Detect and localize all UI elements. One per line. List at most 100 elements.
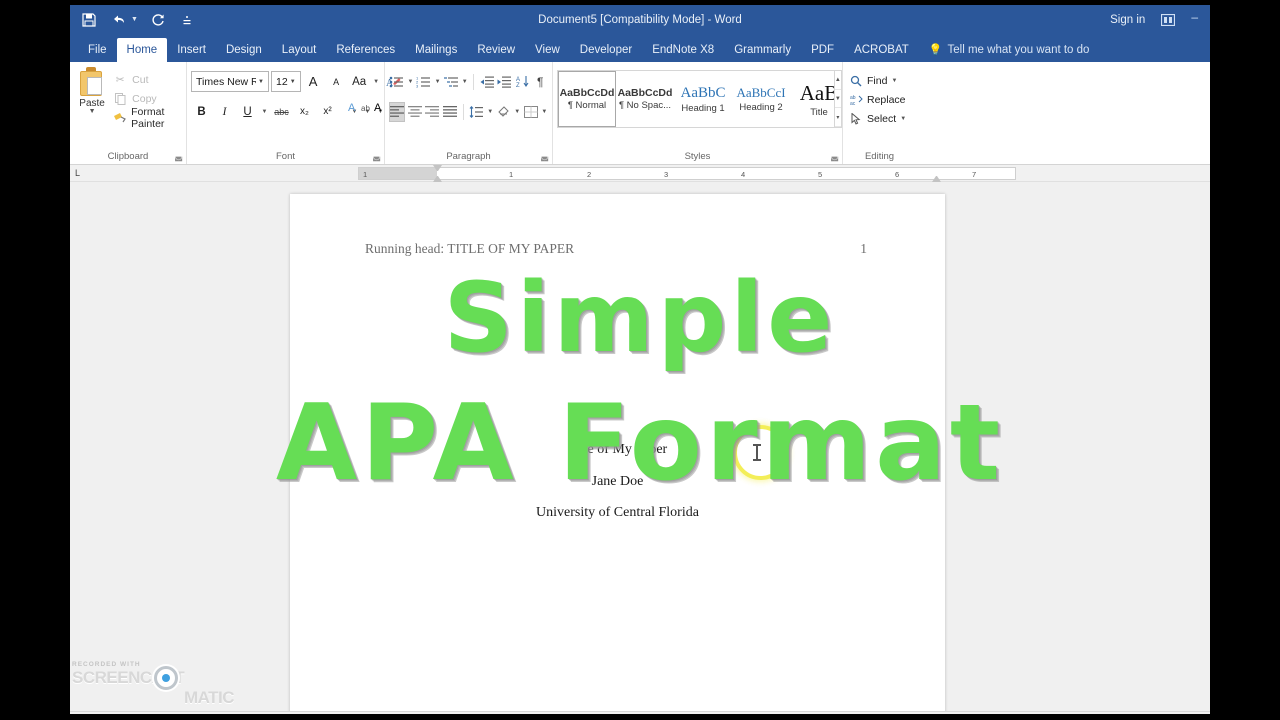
tab-layout[interactable]: Layout [272,38,327,62]
style-name: Title [810,106,828,118]
ruler-tick: 5 [818,170,823,179]
styles-gallery: AaBbCcDd ¶ Normal AaBbCcDd ¶ No Spac... … [557,70,835,128]
clipboard-dialog-launcher[interactable]: ◛ [174,151,183,162]
sign-in-button[interactable]: Sign in [1110,14,1145,26]
borders-icon[interactable] [523,102,539,122]
tab-mailings[interactable]: Mailings [405,38,467,62]
style-preview: AaBbC [680,84,726,101]
underline-caret[interactable]: ▼ [260,101,269,122]
subscript-label: x₂ [300,106,309,117]
ruler-tick: 4 [741,170,746,179]
bullet-list-caret[interactable]: ▼ [407,72,414,92]
tab-references[interactable]: References [326,38,405,62]
tab-acrobat[interactable]: ACROBAT [844,38,919,62]
line-spacing-caret[interactable]: ▼ [486,102,493,122]
clipboard-group-label: Clipboard [107,151,149,162]
style-heading-2[interactable]: AaBbCcI Heading 2 [732,71,790,127]
grow-font-button[interactable]: A [303,71,324,92]
styles-dialog-launcher[interactable]: ◛ [830,151,839,162]
save-icon[interactable] [80,11,98,29]
multilevel-list-caret[interactable]: ▼ [461,72,468,92]
tab-endnote[interactable]: EndNote X8 [642,38,724,62]
cut-label: Cut [132,73,149,86]
replace-button[interactable]: ab ac Replace [847,90,912,109]
style-heading-1[interactable]: AaBbC Heading 1 [674,71,732,127]
justify-icon[interactable] [442,102,458,122]
borders-caret[interactable]: ▼ [541,102,548,122]
style-name: ¶ No Spac... [618,100,672,111]
paragraph-mark-icon[interactable]: ¶ [532,72,548,92]
minimize-button[interactable]: – [1191,10,1198,30]
numbered-list-icon[interactable]: 123 [416,72,432,92]
right-indent-marker[interactable] [932,175,941,182]
find-button[interactable]: Find ▼ [847,71,912,90]
bullet-list-icon[interactable] [389,72,405,92]
font-size-combo[interactable]: 12 ▼ [271,71,301,92]
find-caret[interactable]: ▼ [891,78,897,84]
select-caret[interactable]: ▼ [900,116,906,122]
font-dialog-launcher[interactable]: ◛ [372,151,381,162]
first-line-indent-marker[interactable] [433,165,442,172]
underline-label: U [243,105,252,118]
undo-dropdown-caret[interactable]: ▼ [131,16,138,23]
format-painter-label: Format Painter [131,105,165,130]
paste-button[interactable]: Paste ▼ [74,67,110,164]
style-normal[interactable]: AaBbCcDd ¶ Normal [558,71,616,127]
underline-button[interactable]: U [237,101,258,122]
document-page[interactable]: Running head: TITLE OF MY PAPER 1 Title … [290,194,945,711]
tab-file[interactable]: File [78,38,117,62]
document-canvas[interactable]: Running head: TITLE OF MY PAPER 1 Title … [70,182,1210,711]
bold-label: B [197,105,206,118]
style-title[interactable]: AaB Title [790,71,834,127]
line-spacing-icon[interactable] [469,102,485,122]
font-name-combo[interactable]: Times New R ▼ [191,71,269,92]
redo-icon[interactable] [149,11,167,29]
tab-insert[interactable]: Insert [167,38,216,62]
select-button[interactable]: Select ▼ [847,109,912,128]
align-right-icon[interactable] [425,102,441,122]
tab-review[interactable]: Review [467,38,525,62]
styles-scroll-up-button[interactable]: ▲ [834,71,841,90]
tab-developer[interactable]: Developer [570,38,642,62]
numbered-list-caret[interactable]: ▼ [434,72,441,92]
change-case-caret[interactable]: ▼ [372,71,381,92]
shading-icon[interactable] [496,102,512,122]
align-left-icon[interactable] [389,101,405,122]
search-icon [849,74,863,88]
styles-more-button[interactable]: ▾ [834,108,841,128]
format-painter-button[interactable]: Format Painter [110,105,182,130]
align-center-icon[interactable] [407,102,423,122]
select-label: Select [867,112,897,125]
undo-icon[interactable] [109,11,127,29]
tab-grammarly[interactable]: Grammarly [724,38,801,62]
multilevel-list-icon[interactable] [443,72,459,92]
tab-pdf[interactable]: PDF [801,38,844,62]
strikethrough-button[interactable]: abc [271,101,292,122]
paste-dropdown-caret[interactable]: ▼ [74,108,110,115]
hanging-indent-marker[interactable] [433,175,442,182]
paragraph-group-label: Paragraph [446,151,491,162]
tell-me-search[interactable]: 💡 Tell me what you want to do [919,38,1090,62]
paragraph-dialog-launcher[interactable]: ◛ [540,151,549,162]
change-case-button[interactable]: Aa [349,71,370,92]
bold-button[interactable]: B [191,101,212,122]
decrease-indent-icon[interactable] [479,72,495,92]
styles-scroll-down-button[interactable]: ▼ [834,90,841,109]
tab-home[interactable]: Home [116,38,168,62]
increase-indent-icon[interactable] [497,72,513,92]
sort-icon[interactable]: AZ [515,72,531,92]
tab-view[interactable]: View [525,38,570,62]
shrink-font-button[interactable]: A [326,71,347,92]
superscript-button[interactable]: x² [317,101,338,122]
style-no-spacing[interactable]: AaBbCcDd ¶ No Spac... [616,71,674,127]
italic-button[interactable]: I [214,101,235,122]
tab-design[interactable]: Design [216,38,272,62]
screen-root: ▼ Document5 [Compatibility Mode] - Word … [0,0,1280,720]
subscript-button[interactable]: x₂ [294,101,315,122]
cut-button[interactable]: ✂ Cut [110,70,182,89]
shading-caret[interactable]: ▼ [514,102,521,122]
horizontal-ruler[interactable]: 1 1 2 3 4 5 6 7 [358,165,1016,182]
tab-stop-selector[interactable]: L [75,168,80,178]
customize-quick-access-icon[interactable] [178,11,196,29]
ribbon-display-options-icon[interactable] [1161,13,1176,26]
